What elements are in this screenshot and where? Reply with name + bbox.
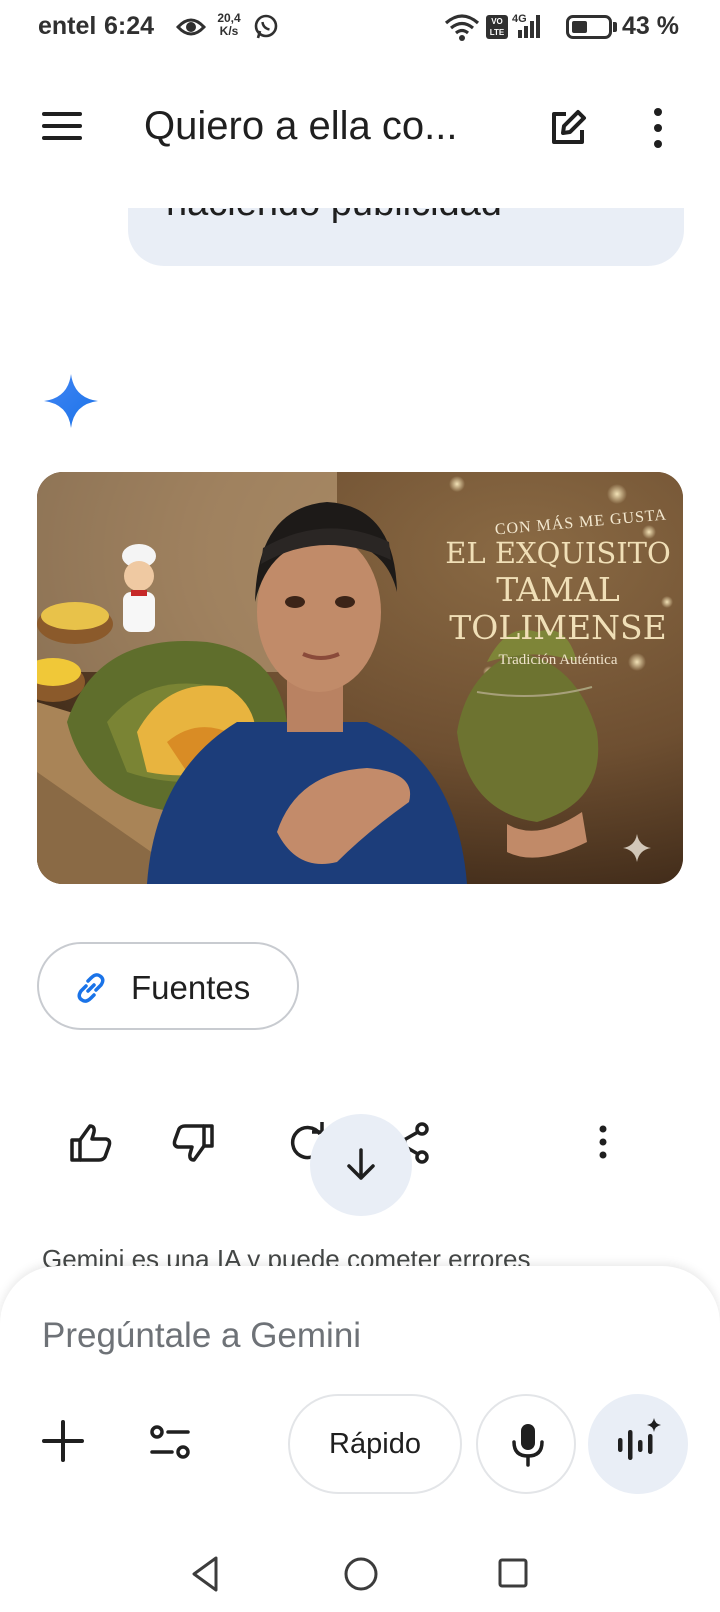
- volte-badge: VO LTE: [486, 15, 508, 39]
- response-more-button[interactable]: [580, 1120, 626, 1166]
- network-type: 4G: [512, 13, 527, 25]
- model-label: Rápido: [329, 1428, 421, 1460]
- model-selector-button[interactable]: Rápido: [288, 1394, 462, 1494]
- scroll-to-bottom-button[interactable]: [310, 1114, 412, 1216]
- arrow-down-icon: [347, 1148, 375, 1180]
- microphone-button[interactable]: [476, 1394, 576, 1494]
- conversation-title[interactable]: Quiero a ella co...: [144, 104, 458, 149]
- thumb-down-icon: [172, 1124, 214, 1162]
- nav-recents-button[interactable]: [496, 1556, 530, 1595]
- image-title-line3: TOLIMENSE: [449, 608, 667, 647]
- more-vert-icon: [599, 1125, 607, 1159]
- generated-image[interactable]: CON MÁS ME GUSTA EL EXQUISITO TAMAL TOLI…: [37, 472, 683, 884]
- recents-square-icon: [498, 1558, 528, 1588]
- battery-percent: 43 %: [622, 12, 679, 40]
- tools-button[interactable]: [148, 1420, 192, 1464]
- image-title-line2: TAMAL: [496, 570, 620, 609]
- image-title-line1: EL EXQUISITO: [445, 536, 671, 570]
- more-options-button[interactable]: [644, 104, 672, 152]
- network-speed-unit: K/s: [219, 24, 239, 38]
- good-response-button[interactable]: [68, 1120, 114, 1166]
- link-icon: [73, 970, 109, 1011]
- more-vert-icon: [654, 108, 662, 148]
- network-speed: 20,4 K/s: [213, 12, 245, 38]
- image-subtitle: Tradición Auténtica: [498, 652, 618, 668]
- wifi-icon: [444, 14, 480, 47]
- user-message-text: haciendo publicidad: [166, 208, 502, 225]
- clock: 6:24: [104, 12, 155, 40]
- menu-button[interactable]: [36, 102, 88, 150]
- menu-icon: [42, 112, 82, 140]
- prompt-input[interactable]: Pregúntale a Gemini: [42, 1316, 361, 1356]
- thumb-up-icon: [70, 1124, 112, 1162]
- battery-icon: [566, 15, 612, 39]
- nav-home-button[interactable]: [342, 1554, 380, 1599]
- volte-line2: LTE: [489, 28, 505, 37]
- gemini-live-button[interactable]: [588, 1394, 688, 1494]
- status-bar: entel 6:24 20,4 K/s VO LTE 4G 43 %: [0, 0, 720, 56]
- sources-label: Fuentes: [131, 969, 251, 1006]
- signal-icon: 4G: [512, 12, 546, 47]
- edit-icon: [552, 110, 586, 144]
- tools-icon: [150, 1425, 190, 1459]
- system-nav-bar: [0, 1540, 720, 1612]
- bad-response-button[interactable]: [170, 1120, 216, 1166]
- nav-back-button[interactable]: [188, 1554, 222, 1599]
- eye-icon: [175, 16, 207, 43]
- new-chat-button[interactable]: [544, 104, 592, 152]
- plus-icon: [42, 1420, 84, 1462]
- whatsapp-icon: [254, 14, 278, 45]
- battery-fill: [572, 21, 587, 33]
- volte-line1: VO: [491, 17, 503, 26]
- carrier-name: entel: [38, 12, 97, 40]
- home-circle-icon: [344, 1557, 378, 1591]
- sources-button[interactable]: Fuentes: [37, 942, 299, 1030]
- back-triangle-icon: [192, 1556, 218, 1592]
- gemini-sparkle-icon: [44, 374, 98, 433]
- battery-tip: [613, 22, 617, 32]
- live-icon: [618, 1418, 661, 1460]
- mic-icon: [512, 1424, 544, 1467]
- app-bar: Quiero a ella co...: [0, 80, 720, 172]
- user-message-bubble: haciendo publicidad: [128, 208, 684, 266]
- add-attachment-button[interactable]: [40, 1418, 86, 1464]
